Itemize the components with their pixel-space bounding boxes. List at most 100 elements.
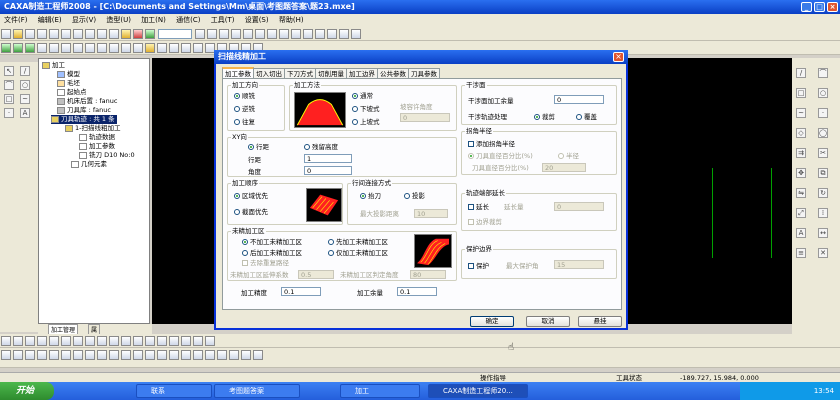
r-arc-icon[interactable]: ⌒ (818, 68, 828, 78)
minimize-icon[interactable]: _ (801, 2, 812, 12)
c2-icon[interactable] (13, 350, 23, 360)
c11-icon[interactable] (121, 350, 131, 360)
b16-icon[interactable] (181, 336, 191, 346)
tree-tool-lib[interactable]: 刀具库 : fanuc (57, 106, 111, 115)
dialog-close-icon[interactable]: × (613, 52, 624, 62)
radio-no-unmachined[interactable]: 不加工未精加工区 (242, 238, 302, 246)
fillet-icon[interactable] (73, 43, 83, 53)
max-proj-input[interactable]: 10 (414, 209, 448, 218)
cut-extrude-icon[interactable] (49, 43, 59, 53)
c10-icon[interactable] (109, 350, 119, 360)
r-move-icon[interactable]: ✥ (796, 168, 806, 178)
r-ellipse-icon[interactable]: ◯ (818, 128, 828, 138)
slope-angle-input[interactable]: 0 (400, 113, 450, 122)
wire-icon[interactable] (243, 29, 253, 39)
precision-input[interactable]: 0.1 (281, 287, 321, 296)
b6-icon[interactable] (61, 336, 71, 346)
menu-view[interactable]: 显示(V) (68, 14, 100, 27)
fit-icon[interactable] (279, 29, 289, 39)
menu-comm[interactable]: 通信(C) (172, 14, 204, 27)
b8-icon[interactable] (85, 336, 95, 346)
maximize-icon[interactable]: □ (814, 2, 825, 12)
b4-icon[interactable] (37, 336, 47, 346)
radio-only-unmachined[interactable]: 仅加工未精加工区 (328, 249, 388, 257)
angle-input[interactable]: 0 (304, 166, 352, 175)
pattern-icon[interactable] (145, 43, 155, 53)
c18-icon[interactable] (205, 350, 215, 360)
menu-edit[interactable]: 编辑(E) (34, 14, 66, 27)
b15-icon[interactable] (169, 336, 179, 346)
c4-icon[interactable] (37, 350, 47, 360)
c7-icon[interactable] (73, 350, 83, 360)
r-poly-icon[interactable]: ◇ (796, 128, 806, 138)
ok-button[interactable]: 确定 (470, 316, 514, 327)
r-layer-icon[interactable]: ≡ (796, 248, 806, 258)
b1-icon[interactable] (1, 336, 11, 346)
c21-icon[interactable] (241, 350, 251, 360)
close-icon[interactable]: × (827, 2, 838, 12)
start-button[interactable]: 开始 (0, 382, 54, 400)
b12-icon[interactable] (133, 336, 143, 346)
radio-after-unmachined[interactable]: 后加工未精加工区 (242, 249, 302, 257)
mirror-icon[interactable] (157, 43, 167, 53)
sketch-icon[interactable] (181, 43, 191, 53)
radio-trim[interactable]: 裁剪 (534, 113, 555, 121)
c3-icon[interactable] (25, 350, 35, 360)
cut-icon[interactable] (49, 29, 59, 39)
r-trim-icon[interactable]: ✂ (818, 148, 828, 158)
c6-icon[interactable] (61, 350, 71, 360)
c12-icon[interactable] (133, 350, 143, 360)
save-icon[interactable] (25, 29, 35, 39)
menu-help[interactable]: 帮助(H) (275, 14, 308, 27)
light-icon[interactable] (121, 29, 131, 39)
text-icon[interactable]: A (20, 108, 30, 118)
view-icon[interactable] (231, 29, 241, 39)
radio-uphill[interactable]: 上坡式 (352, 118, 380, 126)
b2-icon[interactable] (13, 336, 23, 346)
shell-icon[interactable] (97, 43, 107, 53)
plane-icon[interactable] (169, 43, 179, 53)
tree-geometry[interactable]: 几何元素 (71, 160, 107, 169)
radio-retract[interactable]: 抬刀 (360, 192, 381, 200)
radio-radius[interactable]: 半径 (558, 152, 579, 160)
task-answers[interactable]: 考图题答案 (214, 384, 300, 398)
menu-machining[interactable]: 加工(N) (137, 14, 170, 27)
top-icon[interactable] (315, 29, 325, 39)
r-text-icon[interactable]: A (796, 228, 806, 238)
curve-icon[interactable] (193, 43, 203, 53)
r-rect-icon[interactable]: □ (796, 88, 806, 98)
radio-conventional[interactable]: 逆铣 (234, 105, 255, 113)
radio-cover[interactable]: 覆盖 (576, 113, 597, 121)
r-delete-icon[interactable]: ✕ (818, 248, 828, 258)
extend-len-input[interactable]: 0 (554, 202, 604, 211)
tree-stock[interactable]: 毛坯 (57, 79, 80, 88)
b7-icon[interactable] (73, 336, 83, 346)
line-icon[interactable]: / (20, 66, 30, 76)
extend-check[interactable]: 延长 (468, 203, 489, 211)
radio-scallop[interactable]: 残留高度 (304, 143, 338, 151)
add-corner-check[interactable]: 添加拐角半径 (468, 140, 515, 148)
b17-icon[interactable] (193, 336, 203, 346)
cut-revolve-icon[interactable] (61, 43, 71, 53)
c5-icon[interactable] (49, 350, 59, 360)
radio-first-unmachined[interactable]: 先加工未精加工区 (328, 238, 388, 246)
loft-icon[interactable] (37, 43, 47, 53)
grid-icon[interactable] (351, 29, 361, 39)
chamfer-icon[interactable] (85, 43, 95, 53)
radio-pct[interactable]: 刀具直径百分比(%) (468, 152, 533, 160)
b14-icon[interactable] (157, 336, 167, 346)
extend-factor-input[interactable]: 0.5 (298, 270, 334, 279)
c8-icon[interactable] (85, 350, 95, 360)
tree-tool[interactable]: 铣刀 D10 No:0 (79, 151, 135, 160)
protect-angle-input[interactable]: 15 (554, 260, 604, 269)
interference-allowance-input[interactable]: 0 (554, 95, 604, 104)
r-rotate-icon[interactable]: ↻ (818, 188, 828, 198)
select-icon[interactable]: ↖ (4, 66, 14, 76)
r-array-icon[interactable]: ⁞ (818, 208, 828, 218)
b18-icon[interactable] (205, 336, 215, 346)
paste-icon[interactable] (73, 29, 83, 39)
radio-climb[interactable]: 顺铣 (234, 92, 255, 100)
tree-path-data[interactable]: 轨迹数据 (79, 133, 115, 142)
print-icon[interactable] (37, 29, 47, 39)
radio-region-first[interactable]: 区域优先 (234, 192, 268, 200)
